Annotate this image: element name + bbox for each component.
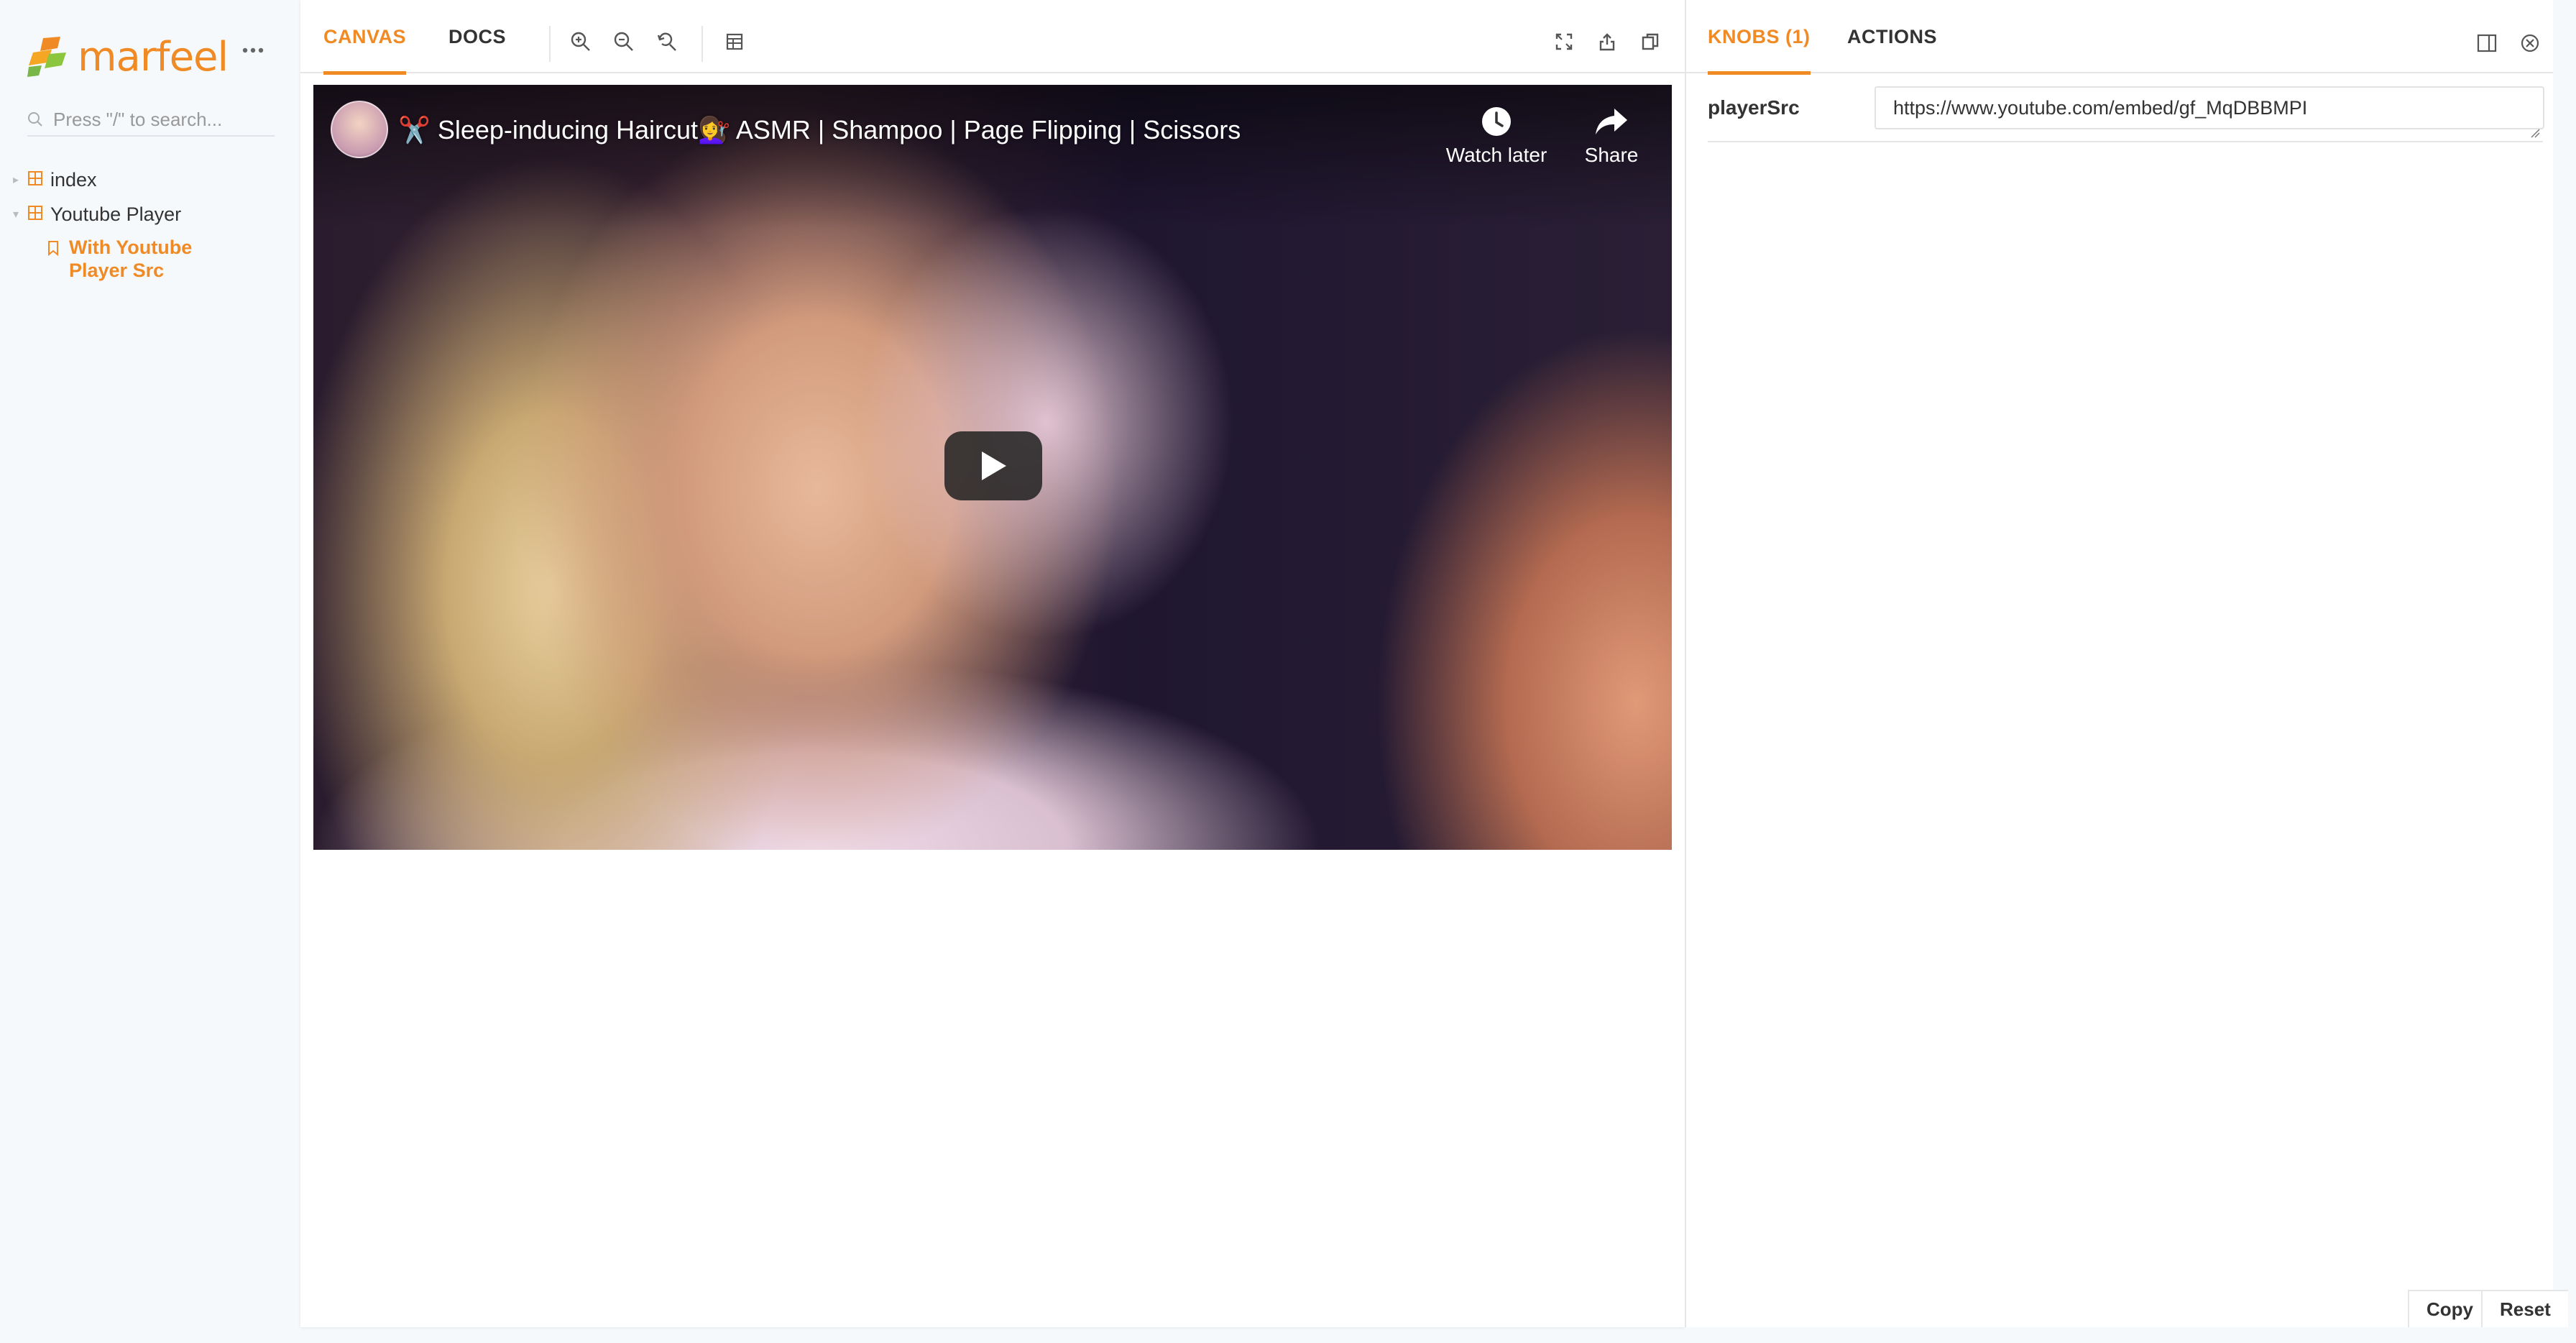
tab-docs[interactable]: DOCS — [448, 0, 506, 73]
tree-item-label: Youtube Player — [50, 203, 182, 225]
clock-icon — [1482, 107, 1511, 136]
background-grid-icon — [726, 33, 743, 50]
watch-later-label: Watch later — [1445, 144, 1547, 166]
story-tree: ▸ index ▾ Youtube Player With Youtube Pl… — [9, 162, 296, 282]
reset-button[interactable]: Reset — [2481, 1290, 2568, 1327]
addons-panel: KNOBS (1) ACTIONS playerSrc Copy Reset — [1685, 0, 2568, 1327]
tab-canvas[interactable]: CANVAS — [323, 0, 407, 75]
fullscreen-button[interactable] — [1550, 27, 1578, 56]
resize-handle-icon[interactable] — [2530, 128, 2540, 138]
more-options-button[interactable] — [234, 35, 272, 66]
share-arrow-icon — [1596, 109, 1627, 134]
share-video-label: Share — [1584, 144, 1639, 166]
component-icon — [27, 169, 43, 191]
toolbar-divider — [702, 26, 703, 62]
marfeel-logo-icon — [27, 35, 75, 78]
bookmark-icon — [48, 241, 58, 256]
tree-story-with-youtube-player-src[interactable]: With Youtube Player Src — [47, 236, 296, 282]
tab-label: DOCS — [448, 25, 507, 47]
toolbar-divider — [549, 26, 551, 62]
copy-button[interactable]: Copy — [2408, 1290, 2490, 1327]
channel-avatar[interactable] — [331, 101, 388, 158]
watch-later-button[interactable]: Watch later — [1439, 104, 1554, 167]
video-title[interactable]: ✂️ Sleep-inducing Haircut💇‍♀️ ASMR | Sha… — [398, 115, 1241, 145]
youtube-video-embed[interactable]: ✂️ Sleep-inducing Haircut💇‍♀️ ASMR | Sha… — [313, 85, 1672, 850]
zoom-in-icon — [571, 32, 590, 51]
addons-tabs: KNOBS (1) ACTIONS — [1686, 0, 2553, 75]
zoom-reset-button[interactable] — [653, 27, 681, 56]
preview-panel: CANVAS DOCS — [300, 0, 1685, 1327]
knob-row-playersrc: playerSrc — [1708, 81, 2544, 142]
share-icon — [1599, 33, 1615, 51]
tab-label: KNOBS (1) — [1708, 25, 1811, 47]
zoom-reset-icon — [657, 32, 676, 51]
playersrc-input[interactable] — [1874, 86, 2544, 129]
zoom-in-button[interactable] — [566, 27, 595, 56]
panel-layout-icon — [2477, 34, 2497, 52]
background-grid-button[interactable] — [720, 27, 749, 56]
share-video-button[interactable]: Share — [1554, 104, 1669, 167]
play-button[interactable] — [944, 431, 1042, 500]
brand[interactable]: marfeel — [27, 32, 229, 82]
play-icon — [982, 452, 1006, 480]
sidebar: marfeel ▸ index ▾ — [0, 0, 300, 1343]
copy-link-icon — [1642, 33, 1659, 50]
ellipsis-icon — [242, 47, 264, 53]
open-in-new-tab-button[interactable] — [1593, 27, 1622, 56]
search-icon — [28, 112, 42, 127]
search-bar — [27, 104, 275, 137]
copy-link-button[interactable] — [1636, 27, 1665, 56]
search-input[interactable] — [53, 108, 269, 131]
tab-actions[interactable]: ACTIONS — [1847, 0, 1937, 73]
preview-toolbar: CANVAS DOCS — [300, 0, 1685, 75]
close-panel-button[interactable] — [2516, 29, 2544, 58]
zoom-out-icon — [614, 32, 633, 51]
close-icon — [2521, 34, 2539, 52]
tree-item-youtube-player[interactable]: ▾ Youtube Player — [9, 197, 296, 232]
story-label: With Youtube Player Src — [69, 237, 193, 281]
tree-item-label: index — [50, 168, 97, 191]
tab-knobs[interactable]: KNOBS (1) — [1708, 0, 1811, 75]
fullscreen-icon — [1555, 33, 1573, 50]
tab-label: CANVAS — [323, 25, 407, 47]
knob-label: playerSrc — [1708, 96, 1800, 119]
tab-label: ACTIONS — [1847, 25, 1937, 47]
chevron-right-icon: ▸ — [12, 174, 19, 186]
toggle-panel-orientation-button[interactable] — [2472, 29, 2501, 58]
brand-name: marfeel — [78, 33, 229, 81]
tree-item-index[interactable]: ▸ index — [9, 162, 296, 197]
zoom-out-button[interactable] — [610, 27, 638, 56]
component-icon — [27, 203, 43, 226]
chevron-down-icon: ▾ — [12, 208, 19, 221]
